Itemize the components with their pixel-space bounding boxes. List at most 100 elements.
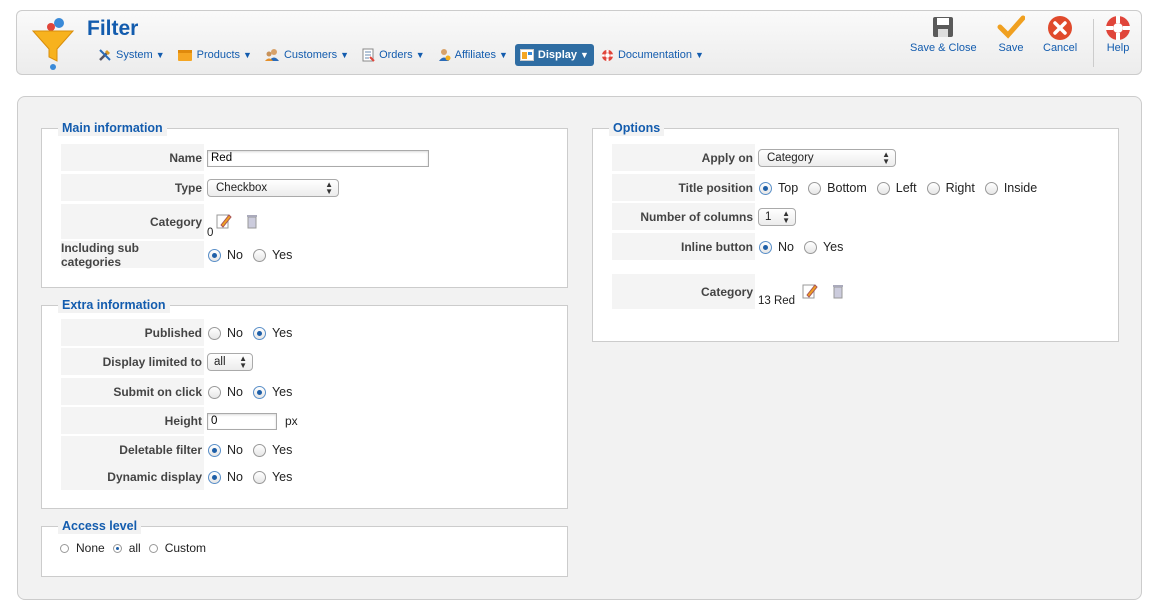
main-menu: System ▼ Products ▼ Customers ▼ Orders ▼ Aff… (93, 44, 711, 66)
title-top-label: Top (778, 181, 799, 195)
title-top-radio[interactable] (759, 181, 772, 195)
save-close-label: Save & Close (910, 42, 977, 54)
menu-affiliates[interactable]: Affiliates ▼ (432, 44, 513, 66)
lifebuoy-icon (601, 49, 614, 61)
name-input[interactable] (207, 149, 429, 167)
title-left-label: Left (895, 181, 917, 195)
apply-on-value: Category (767, 152, 814, 164)
delete-icon[interactable] (245, 213, 259, 229)
type-row: Type Checkbox ▲ ▼ (61, 174, 339, 202)
published-no-radio[interactable] (208, 326, 221, 340)
published-yes-radio[interactable] (252, 326, 266, 340)
access-all-label: all (128, 541, 141, 555)
display-icon (519, 49, 534, 61)
title-inside-radio[interactable] (984, 181, 998, 195)
name-label: Name (61, 144, 204, 172)
height-unit: px (285, 414, 298, 428)
apply-on-row: Apply on Category ▲ ▼ (612, 144, 896, 172)
submit-on-click-label: Submit on click (61, 378, 204, 406)
display-limited-select[interactable]: all ▲ ▼ (207, 353, 253, 371)
help-button[interactable]: Help (1105, 15, 1131, 54)
checkmark-icon (997, 15, 1025, 39)
apply-on-label: Apply on (612, 144, 755, 172)
dynamic-no-radio[interactable] (208, 470, 221, 484)
save-label: Save (998, 42, 1024, 54)
subcategories-yes-radio[interactable] (252, 248, 266, 262)
select-arrows-icon: ▲ ▼ (882, 150, 890, 166)
inline-yes-radio[interactable] (803, 240, 817, 254)
menu-customers[interactable]: Customers ▼ (259, 44, 354, 66)
cancel-label: Cancel (1043, 42, 1078, 54)
deletable-yes-label: Yes (271, 443, 293, 457)
access-all-radio[interactable] (112, 543, 122, 553)
access-custom-radio[interactable] (148, 543, 158, 553)
submit-no-radio[interactable] (208, 385, 221, 399)
inline-no-label: No (778, 240, 794, 254)
menu-orders[interactable]: Orders ▼ (356, 44, 430, 66)
funnel-logo-icon (31, 18, 75, 70)
menu-system-label: System (116, 49, 153, 61)
deletable-yes-radio[interactable] (252, 443, 266, 457)
menu-products[interactable]: Products ▼ (172, 44, 257, 66)
access-level-fieldset: Access level None all Custom (41, 518, 568, 577)
inline-no-radio[interactable] (759, 240, 772, 254)
access-none-radio[interactable] (60, 543, 69, 553)
deletable-filter-row: Deletable filter No Yes (61, 436, 301, 464)
delete-icon[interactable] (831, 283, 845, 299)
type-select[interactable]: Checkbox ▲ ▼ (207, 179, 339, 197)
title-right-label: Right (945, 181, 975, 195)
customers-icon (264, 49, 279, 61)
save-close-button[interactable]: Save & Close (910, 15, 977, 54)
submit-on-click-row: Submit on click No Yes (61, 378, 301, 406)
inline-button-label: Inline button (612, 233, 755, 261)
menu-documentation[interactable]: Documentation ▼ (596, 44, 709, 66)
published-no-label: No (227, 326, 243, 340)
fieldset-legend: Access level (58, 518, 142, 534)
height-input[interactable] (207, 412, 277, 430)
category-row: Category 0 (61, 204, 269, 240)
edit-icon[interactable] (216, 213, 232, 229)
menu-system[interactable]: System ▼ (93, 44, 170, 66)
deletable-no-radio[interactable] (208, 443, 221, 457)
deletable-filter-label: Deletable filter (61, 436, 204, 464)
cancel-button[interactable]: Cancel (1043, 15, 1077, 54)
main-panel: Main information Name Type Checkbox ▲▼ Ca… (17, 96, 1142, 600)
title-left-radio[interactable] (876, 181, 890, 195)
options-category-row: Category 13 Red (612, 274, 855, 310)
title-bottom-radio[interactable] (808, 181, 822, 195)
fieldset-legend: Main information (58, 120, 167, 136)
title-right-radio[interactable] (926, 181, 940, 195)
title-position-row: Title position Top Bottom Left Right Ins… (612, 174, 1046, 202)
chevron-down-icon: ▼ (340, 50, 350, 60)
display-limited-row: Display limited to all ▲ ▼ (61, 348, 253, 376)
chevron-down-icon: ▼ (155, 50, 165, 60)
subcategories-yes-label: Yes (271, 248, 293, 262)
type-label: Type (61, 174, 204, 202)
dynamic-yes-radio[interactable] (252, 470, 266, 484)
inline-yes-label: Yes (822, 240, 844, 254)
category-label: Category (61, 204, 204, 240)
title-bottom-label: Bottom (827, 181, 867, 195)
inline-button-row: Inline button No Yes (612, 233, 852, 261)
chevron-down-icon: ▼ (580, 50, 589, 60)
submit-yes-radio[interactable] (252, 385, 266, 399)
category-value: 0 (207, 227, 214, 239)
fieldset-legend: Options (609, 120, 665, 136)
save-button[interactable]: Save (997, 15, 1025, 54)
edit-icon[interactable] (802, 283, 818, 299)
menu-display[interactable]: Display ▼ (514, 44, 594, 66)
dynamic-display-row: Dynamic display No Yes (61, 463, 301, 491)
access-custom-label: Custom (164, 541, 207, 555)
apply-on-select[interactable]: Category ▲ ▼ (758, 149, 896, 167)
menu-products-label: Products (196, 49, 241, 61)
subcategories-no-radio[interactable] (208, 248, 221, 262)
floppy-disk-icon (933, 17, 954, 37)
columns-select[interactable]: 1 ▲ ▼ (758, 208, 796, 226)
help-label: Help (1106, 42, 1130, 54)
subcategories-row: Including sub categories No Yes (61, 241, 301, 269)
select-arrows-icon: ▲ ▼ (325, 180, 333, 196)
display-limited-label: Display limited to (61, 348, 204, 376)
access-none-label: None (76, 541, 105, 555)
menu-display-label: Display (537, 49, 578, 61)
menu-documentation-label: Documentation (617, 49, 692, 61)
